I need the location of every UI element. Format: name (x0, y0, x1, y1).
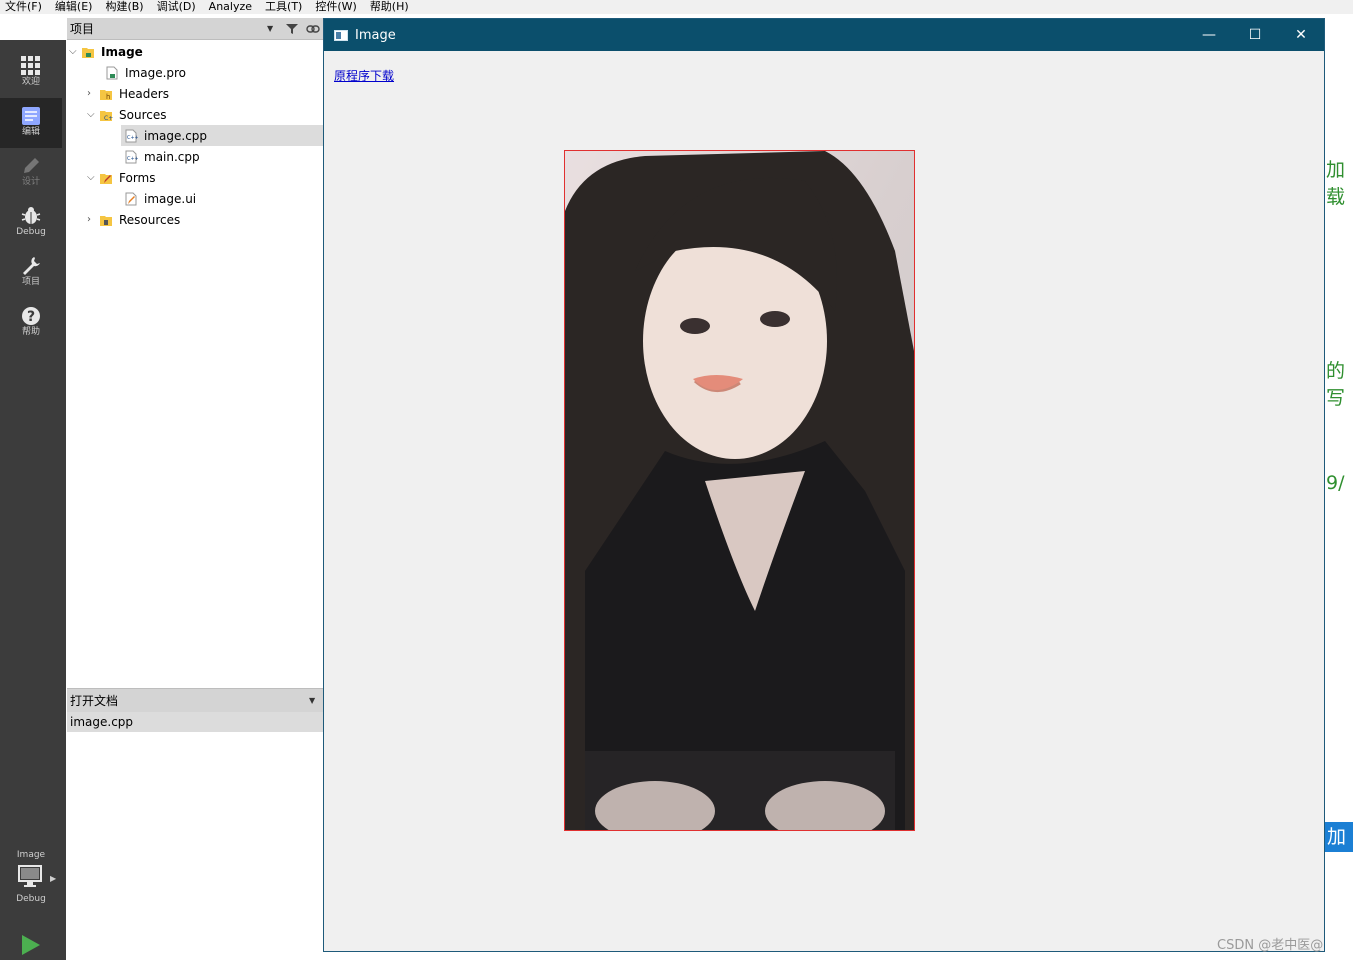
play-icon (20, 935, 42, 959)
run-button[interactable] (20, 934, 42, 959)
tree-node-image-pro[interactable]: Image.pro (93, 62, 323, 83)
chevron-right-icon: ▶ (50, 874, 57, 883)
menu-analyze[interactable]: Analyze (204, 1, 260, 13)
menu-build[interactable]: 构建(B) (100, 1, 151, 13)
menu-tools[interactable]: 工具(T) (260, 1, 310, 13)
close-icon: ✕ (1295, 27, 1307, 43)
tree-node-image-cpp[interactable]: C++ image.cpp (121, 125, 323, 146)
monitor-icon: ▶ (0, 862, 62, 892)
open-document-item[interactable]: image.cpp (67, 712, 323, 732)
editor-background-text: 加载 (1326, 159, 1346, 208)
wrench-icon (0, 248, 62, 276)
pro-file-icon (105, 66, 119, 80)
chevron-down-icon[interactable]: ▼ (267, 24, 281, 33)
project-folder-icon (81, 45, 95, 59)
projects-pane-header: 项目 ▼ (67, 18, 323, 40)
chevron-down-icon[interactable]: ⌵ (87, 172, 99, 183)
chevron-down-icon[interactable]: ⌵ (87, 109, 99, 120)
mode-sidebar: 欢迎 编辑 设计 Debug 项目 ? 帮助 Image ▶ Debug (0, 40, 66, 960)
chevron-down-icon[interactable]: ⌵ (69, 46, 81, 57)
menu-bar: 文件(F) 编辑(E) 构建(B) 调试(D) Analyze 工具(T) 控件… (0, 0, 1353, 14)
menu-edit[interactable]: 编辑(E) (50, 1, 101, 13)
sources-folder-icon: C+ (99, 108, 113, 122)
menu-help[interactable]: 帮助(H) (365, 1, 417, 13)
window-app-icon (334, 29, 348, 41)
portrait-photo (565, 151, 914, 830)
menu-controls[interactable]: 控件(W) (310, 1, 364, 13)
window-title: Image (355, 27, 396, 43)
close-button[interactable]: ✕ (1278, 19, 1324, 51)
resources-folder-icon (99, 213, 113, 227)
tree-node-main-cpp[interactable]: C++ main.cpp (124, 146, 323, 167)
filter-icon[interactable] (281, 23, 303, 35)
chevron-down-icon[interactable]: ▼ (309, 696, 323, 705)
mode-projects[interactable]: 项目 (0, 248, 62, 298)
image-window: Image — ☐ ✕ 原程序下载 (323, 18, 1325, 952)
window-title-bar[interactable]: Image — ☐ ✕ (324, 19, 1324, 51)
mode-welcome[interactable]: 欢迎 (0, 48, 62, 98)
svg-text:C++: C++ (127, 135, 138, 141)
grid-icon (0, 48, 62, 76)
download-link[interactable]: 原程序下载 (334, 67, 394, 84)
project-tree: ⌵ Image Image.pro › h Headers ⌵ C+ Sourc… (67, 41, 323, 687)
editor-background-text: 9/ (1326, 472, 1345, 494)
editor-background-text: 的写 (1326, 360, 1346, 409)
minimize-button[interactable]: — (1186, 19, 1232, 51)
tree-node-forms[interactable]: ⌵ Forms (87, 167, 323, 188)
cpp-file-icon: C++ (124, 129, 139, 143)
link-icon[interactable] (303, 24, 323, 34)
tree-node-headers[interactable]: › h Headers (87, 83, 323, 104)
ui-file-icon (124, 192, 138, 206)
tree-node-resources[interactable]: › Resources (87, 209, 323, 230)
open-documents-header: 打开文档 ▼ (67, 688, 323, 712)
tree-node-sources[interactable]: ⌵ C+ Sources (87, 104, 323, 125)
pencil-icon (0, 148, 62, 176)
target-config-label: Debug (16, 894, 46, 904)
tree-node-image-ui[interactable]: image.ui (124, 188, 323, 209)
tree-node-image-project[interactable]: ⌵ Image (69, 41, 323, 62)
csdn-watermark: CSDN @老中医@ (1217, 938, 1324, 953)
forms-folder-icon (99, 171, 113, 185)
mode-help[interactable]: ? 帮助 (0, 298, 62, 348)
headers-folder-icon: h (99, 87, 113, 101)
editor-selection-highlight: 加载 (1325, 822, 1353, 878)
maximize-button[interactable]: ☐ (1232, 19, 1278, 51)
open-documents-list: image.cpp (67, 712, 323, 960)
chevron-right-icon[interactable]: › (87, 88, 99, 99)
mode-debug[interactable]: Debug (0, 198, 62, 248)
chevron-right-icon[interactable]: › (87, 214, 99, 225)
build-target-selector[interactable]: Image ▶ Debug (0, 848, 62, 906)
svg-text:h: h (106, 93, 110, 101)
minimize-icon: — (1202, 27, 1216, 43)
document-edit-icon (0, 98, 62, 126)
projects-pane-title: 项目 (70, 22, 95, 36)
target-project-label: Image (16, 850, 46, 860)
mode-design[interactable]: 设计 (0, 148, 62, 198)
svg-text:?: ? (27, 309, 35, 325)
photo-display (564, 150, 915, 831)
svg-text:C++: C++ (127, 156, 138, 162)
bug-icon (0, 198, 62, 226)
maximize-icon: ☐ (1248, 27, 1262, 43)
svg-text:C+: C+ (104, 115, 113, 122)
menu-file[interactable]: 文件(F) (0, 1, 50, 13)
open-documents-title: 打开文档 (70, 694, 119, 708)
menu-debug[interactable]: 调试(D) (152, 1, 204, 13)
help-icon: ? (0, 298, 62, 326)
mode-edit[interactable]: 编辑 (0, 98, 62, 148)
cpp-file-icon: C++ (124, 150, 139, 164)
